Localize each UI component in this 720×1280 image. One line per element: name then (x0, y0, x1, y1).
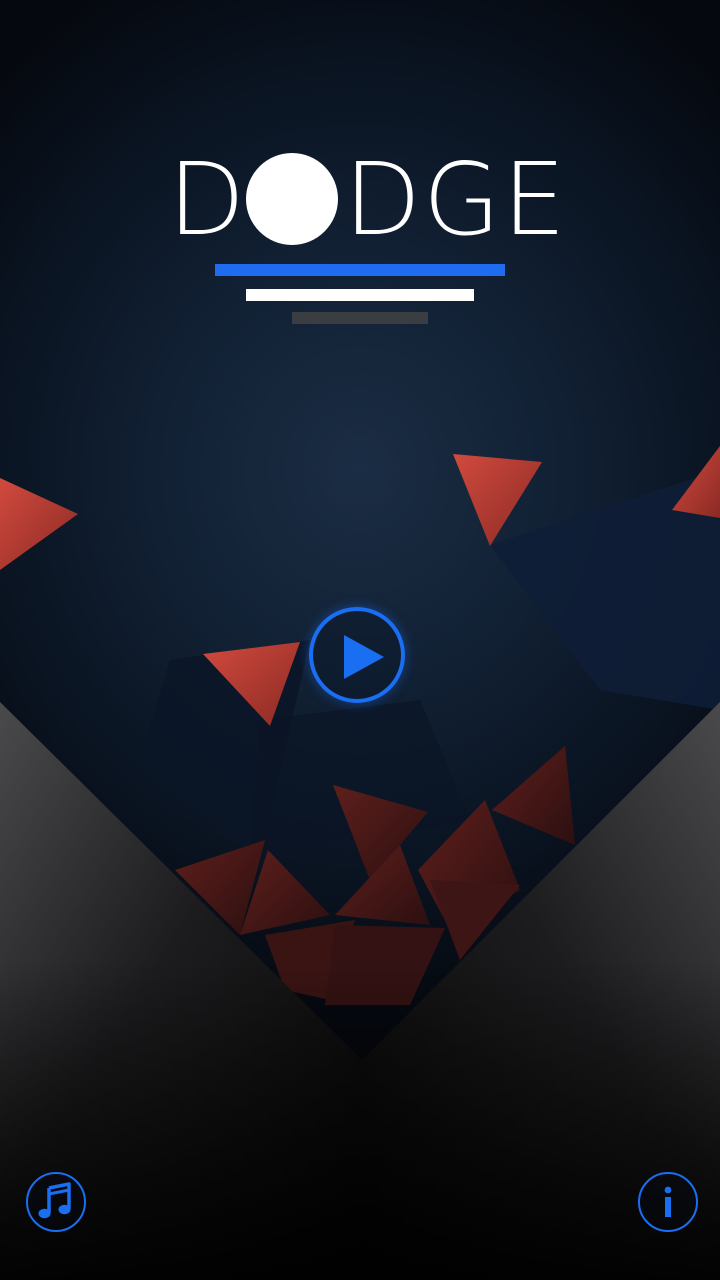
music-note-icon (38, 1182, 71, 1219)
red-triangle (453, 454, 542, 546)
play-icon (344, 635, 384, 679)
title-underline-gray (292, 312, 428, 324)
red-shard (492, 746, 575, 845)
game-title: D DGE (0, 150, 720, 250)
title-underline-white (246, 289, 474, 301)
music-button[interactable] (26, 1172, 86, 1232)
play-button[interactable] (309, 607, 405, 703)
info-icon (664, 1186, 672, 1217)
title-letter-d: D (168, 141, 248, 258)
bottom-fade (0, 960, 720, 1280)
title-ball-icon (246, 153, 338, 245)
title-underline-blue (215, 264, 505, 276)
red-triangle (672, 446, 720, 518)
info-button[interactable] (638, 1172, 698, 1232)
title-letters-dge: DGE (344, 141, 568, 258)
red-triangle (0, 478, 78, 570)
